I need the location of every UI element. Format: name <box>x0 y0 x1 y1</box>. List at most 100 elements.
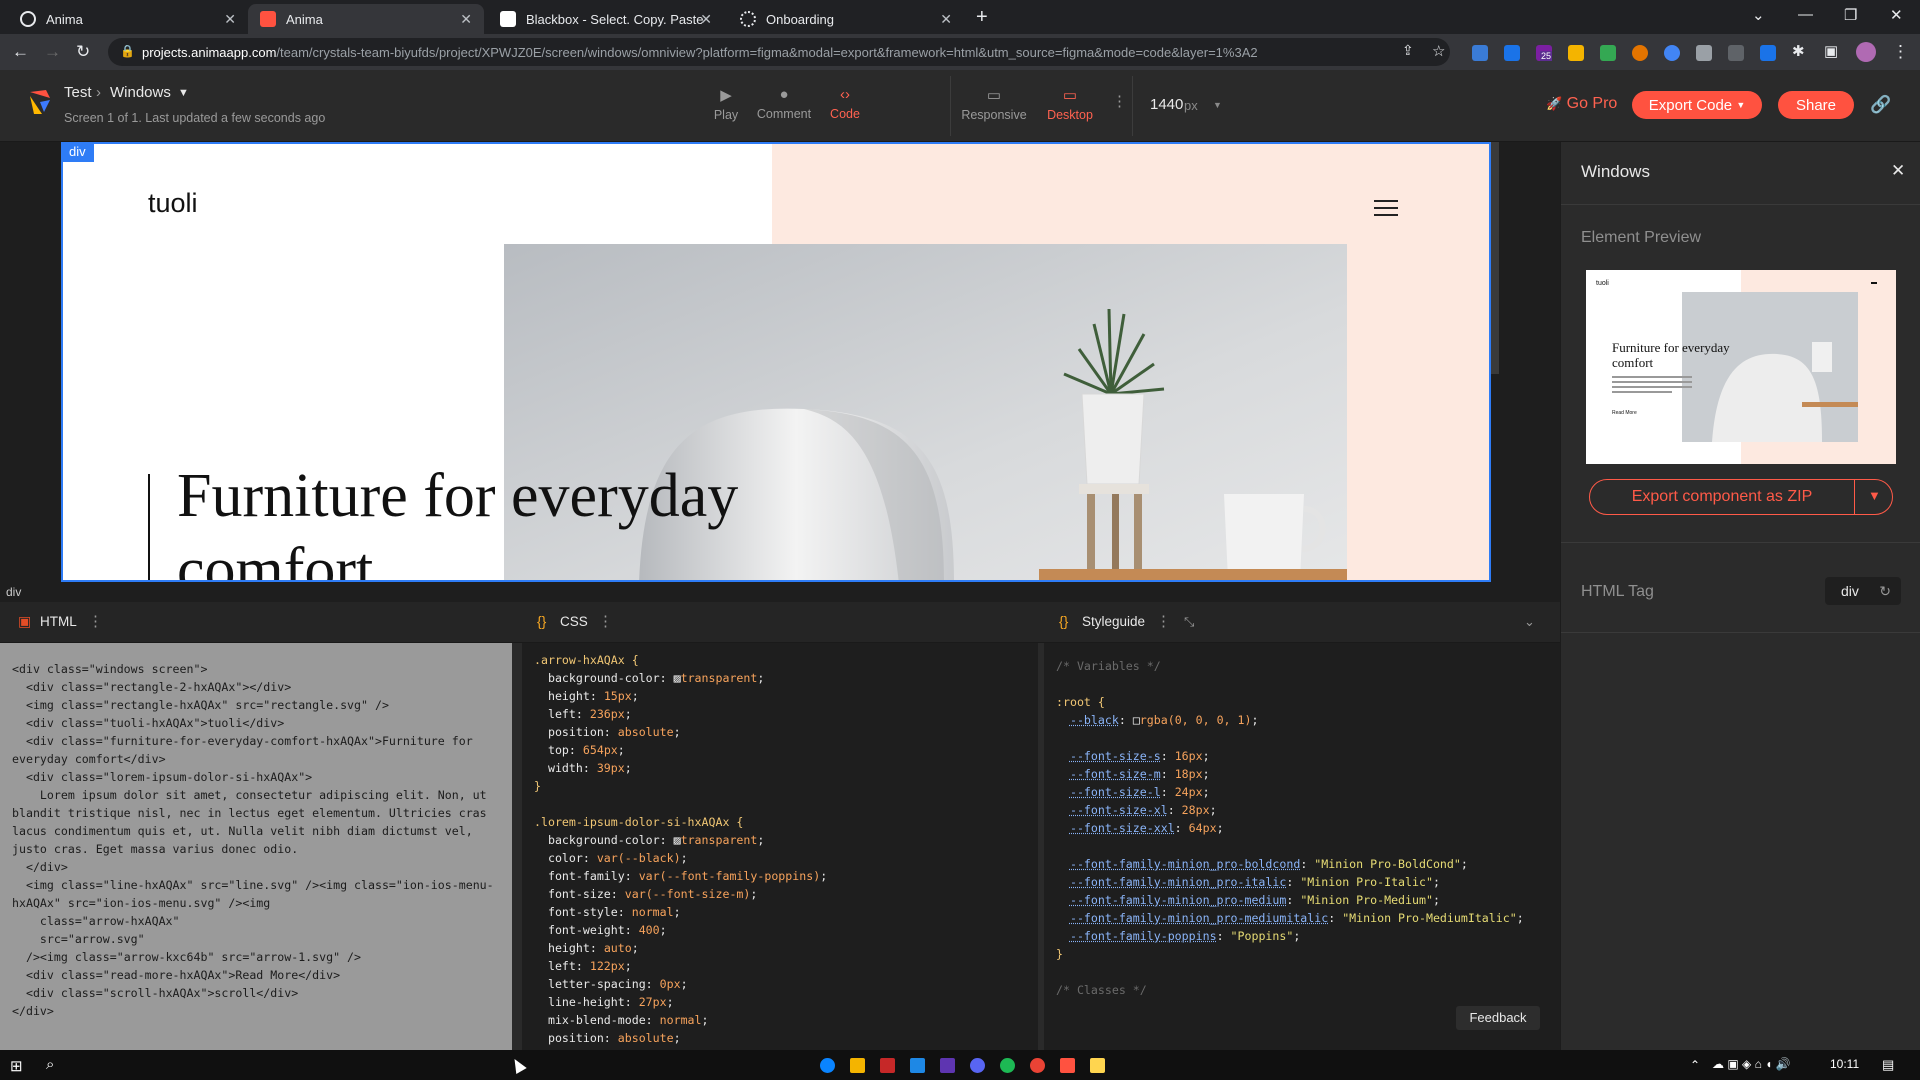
responsive-button[interactable]: ▭ Responsive <box>954 86 1034 122</box>
extension-shield-icon[interactable] <box>1696 45 1712 61</box>
browser-tab-anima-2[interactable]: Anima ✕ <box>248 4 484 34</box>
bookmark-star-icon[interactable]: ☆ <box>1432 42 1445 60</box>
forward-arrow-icon[interactable]: → <box>44 42 61 62</box>
reset-icon[interactable]: ↻ <box>1879 577 1891 605</box>
code-token <box>1056 821 1070 835</box>
more-options-icon[interactable]: ⋮ <box>1156 612 1171 630</box>
code-token <box>1056 713 1070 727</box>
side-panel-icon[interactable]: ▣ <box>1824 42 1838 60</box>
collapse-icon[interactable]: ⤡ <box>1184 614 1194 630</box>
close-icon[interactable]: ✕ <box>224 11 236 28</box>
element-preview-label: Element Preview <box>1581 229 1701 247</box>
screen-frame[interactable]: tuoli Furniture for everyday comfort <box>61 142 1491 582</box>
close-icon[interactable]: ✕ <box>1891 161 1905 181</box>
share-icon[interactable]: ⇪ <box>1402 42 1414 59</box>
extension-orange-icon[interactable] <box>1632 45 1648 61</box>
canvas-scrollbar[interactable] <box>1491 142 1499 374</box>
extension-leaf-icon[interactable] <box>1600 45 1616 61</box>
taskbar-clock[interactable]: 10:11 <box>1830 1057 1859 1071</box>
extension-c-icon[interactable] <box>1728 45 1744 61</box>
brand-logo: tuoli <box>148 188 198 219</box>
code-button[interactable]: ‹› Code <box>805 86 885 121</box>
code-line: /* Variables */ <box>1056 657 1558 675</box>
reload-icon[interactable]: ↻ <box>76 42 90 62</box>
css-tab[interactable]: CSS <box>560 614 588 629</box>
windows-start-icon[interactable]: ⊞ <box>10 1057 23 1075</box>
mail-icon[interactable] <box>910 1058 925 1073</box>
back-arrow-icon[interactable]: ← <box>12 42 29 62</box>
tray-icons[interactable]: ☁ ▣ ◈ ⌂ ◖ 🔊 <box>1712 1057 1791 1071</box>
extension-save-icon[interactable] <box>1504 45 1520 61</box>
width-value[interactable]: 1440 <box>1150 96 1183 113</box>
share-button[interactable]: Share <box>1778 91 1854 119</box>
file-explorer-icon[interactable] <box>850 1058 865 1073</box>
css-value: 400 <box>639 923 660 937</box>
notepad-icon[interactable] <box>1090 1058 1105 1073</box>
chrome-icon[interactable] <box>1030 1058 1045 1073</box>
divider <box>1561 632 1920 633</box>
export-zip-button[interactable]: Export component as ZIP ▼ <box>1589 479 1893 515</box>
notification-icon[interactable]: ▤ <box>1882 1057 1894 1073</box>
spotify-icon[interactable] <box>1000 1058 1015 1073</box>
code-token: ; <box>674 725 681 739</box>
code-token: ; <box>1293 929 1300 943</box>
extensions-puzzle-icon[interactable]: ✱ <box>1792 42 1805 60</box>
more-options-icon[interactable]: ⋮ <box>598 612 613 630</box>
address-bar[interactable]: 🔒 projects.animaapp.com/team/crystals-te… <box>108 38 1450 66</box>
caret-down-icon[interactable]: ▼ <box>1868 488 1881 503</box>
close-icon[interactable]: ✕ <box>700 11 712 28</box>
app-icon[interactable] <box>880 1058 895 1073</box>
export-code-button[interactable]: Export Code ▼ <box>1632 91 1762 119</box>
color-swatch-icon: ▨ <box>674 671 681 685</box>
html-code-view[interactable]: <div class="windows screen"> <div class=… <box>0 643 512 1050</box>
browser-tab-anima-1[interactable]: Anima ✕ <box>8 4 248 34</box>
feedback-button[interactable]: Feedback <box>1456 1006 1540 1030</box>
screen-name[interactable]: Windows <box>110 84 171 101</box>
more-options-icon[interactable]: ⋮ <box>88 612 103 630</box>
code-scrollbar[interactable] <box>512 643 522 1050</box>
extension-pen-icon[interactable] <box>1472 45 1488 61</box>
profile-avatar[interactable] <box>1856 42 1876 62</box>
desktop-button[interactable]: ▭ Desktop <box>1030 86 1110 122</box>
figma-icon[interactable] <box>1060 1058 1075 1073</box>
close-icon[interactable]: ✕ <box>460 11 472 28</box>
html-tag-select[interactable]: div ↻ <box>1825 577 1901 605</box>
chevron-down-icon[interactable]: ⌄ <box>1524 614 1535 630</box>
extension-blue-icon[interactable] <box>1664 45 1680 61</box>
css-value: 236px <box>590 707 625 721</box>
search-icon[interactable]: ⌕ <box>46 1056 54 1073</box>
styleguide-tab[interactable]: Styleguide <box>1082 614 1145 629</box>
code-token: ; <box>1203 749 1210 763</box>
more-options-icon[interactable]: ⋮ <box>1112 92 1127 110</box>
app-icon[interactable] <box>940 1058 955 1073</box>
element-breadcrumb[interactable]: div <box>0 582 1560 602</box>
close-icon[interactable]: ✕ <box>940 11 952 28</box>
project-name[interactable]: Test <box>64 84 92 101</box>
edge-icon[interactable] <box>820 1058 835 1073</box>
browser-tab-blackbox[interactable]: Blackbox - Select. Copy. Paste & ✕ <box>488 4 724 34</box>
discord-icon[interactable] <box>970 1058 985 1073</box>
code-line <box>1056 729 1558 747</box>
minimize-button[interactable]: — <box>1798 6 1813 23</box>
tray-chevron-icon[interactable]: ⌃ <box>1690 1058 1700 1072</box>
go-pro-link[interactable]: 🚀 Go Pro <box>1546 95 1617 113</box>
new-tab-button[interactable]: + <box>976 6 988 29</box>
restore-button[interactable]: ❐ <box>1844 6 1857 24</box>
caret-down-icon[interactable]: ▼ <box>178 87 189 99</box>
html-tab[interactable]: HTML <box>40 614 77 629</box>
link-icon[interactable]: 🔗 <box>1870 95 1891 115</box>
extension-honey-icon[interactable] <box>1568 45 1584 61</box>
tab-search-icon[interactable]: ⌄ <box>1752 6 1765 24</box>
browser-tab-onboarding[interactable]: Onboarding ✕ <box>728 4 964 34</box>
browser-menu-icon[interactable]: ⋮ <box>1892 42 1909 62</box>
close-window-button[interactable]: ✕ <box>1890 6 1903 24</box>
design-canvas[interactable]: tuoli Furniture for everyday comfort div <box>0 142 1560 582</box>
styleguide-code-view[interactable]: /* Variables */ :root { --black: □rgba(0… <box>1044 643 1558 1050</box>
anima-logo-icon <box>28 88 52 116</box>
css-value: transparent <box>681 833 758 847</box>
hamburger-menu-icon[interactable] <box>1374 200 1398 221</box>
css-code-view[interactable]: .arrow-hxAQAx { background-color: ▨trans… <box>522 643 1038 1050</box>
extension-screen-icon[interactable] <box>1760 45 1776 61</box>
caret-down-icon[interactable]: ▼ <box>1213 100 1222 110</box>
extension-badge-icon[interactable]: 25 <box>1536 45 1552 61</box>
